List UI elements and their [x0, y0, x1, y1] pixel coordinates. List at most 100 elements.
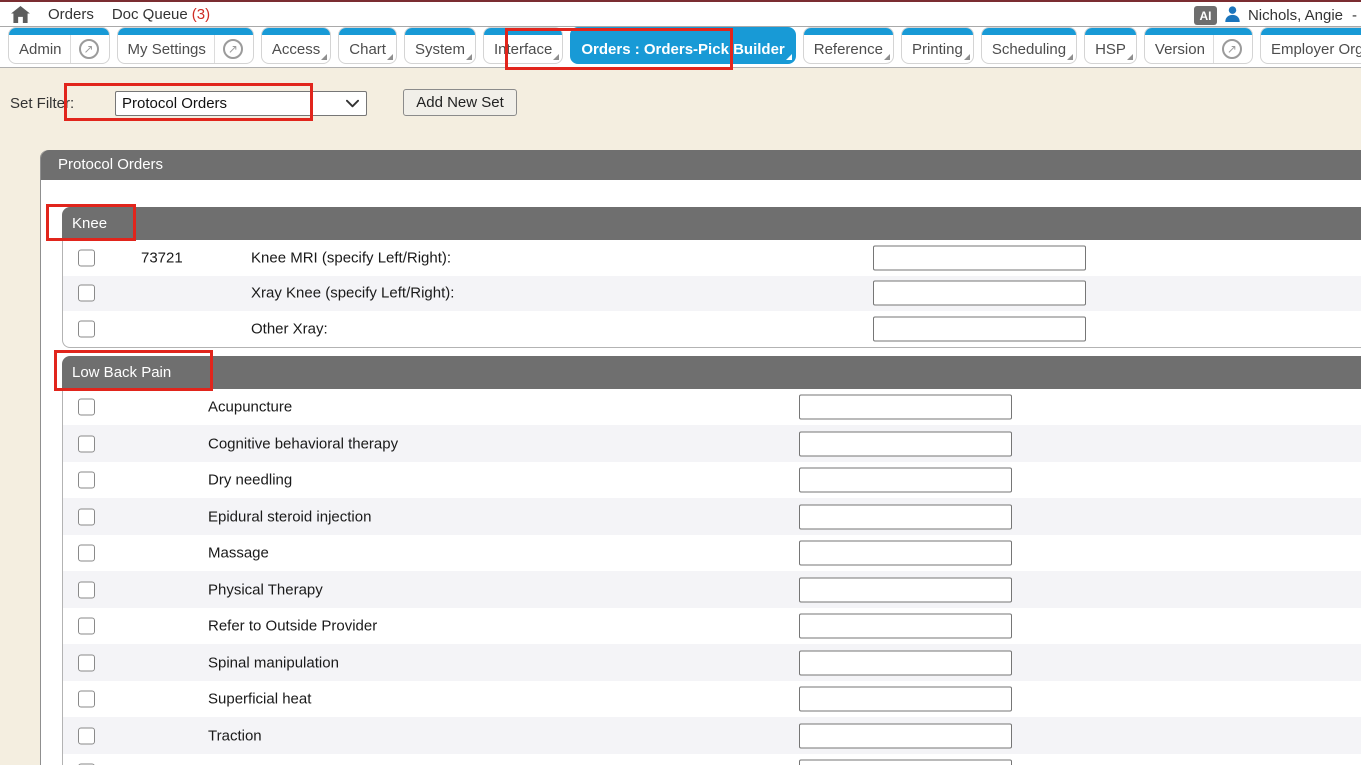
table-row: Massage	[63, 535, 1361, 572]
ai-badge[interactable]: AI	[1194, 6, 1217, 25]
nav-link-orders[interactable]: Orders	[48, 6, 94, 23]
user-name[interactable]: Nichols, Angie	[1248, 7, 1343, 24]
tab-hsp[interactable]: HSP	[1084, 27, 1137, 64]
tab-reference[interactable]: Reference	[803, 27, 894, 64]
order-checkbox[interactable]	[78, 508, 95, 525]
dropdown-triangle-icon	[321, 54, 327, 60]
home-icon[interactable]	[11, 6, 30, 23]
order-detail-input[interactable]	[799, 723, 1012, 748]
section-low-back-pain: Low Back Pain Acupuncture Cognitive beha…	[62, 356, 1361, 765]
order-detail-input[interactable]	[799, 431, 1012, 456]
order-checkbox[interactable]	[78, 618, 95, 635]
order-checkbox[interactable]	[78, 472, 95, 489]
order-detail-input[interactable]	[799, 468, 1012, 493]
order-checkbox[interactable]	[78, 285, 95, 302]
dropdown-triangle-icon	[1067, 54, 1073, 60]
order-detail-input[interactable]	[873, 316, 1086, 341]
order-checkbox[interactable]	[78, 249, 95, 266]
order-label: Cognitive behavioral therapy	[208, 435, 398, 452]
order-detail-input[interactable]	[799, 760, 1012, 765]
order-checkbox[interactable]	[78, 320, 95, 337]
order-label: Other Xray:	[251, 320, 328, 337]
order-detail-input[interactable]	[799, 687, 1012, 712]
section-knee: Knee 73721 Knee MRI (specify Left/Right)…	[62, 207, 1361, 348]
table-row: Other Xray:	[63, 311, 1361, 347]
protocol-orders-panel: Protocol Orders Knee 73721 Knee MRI (spe…	[40, 150, 1361, 765]
table-row: Superficial heat	[63, 681, 1361, 718]
order-detail-input[interactable]	[873, 245, 1086, 270]
section-low-back-pain-title: Low Back Pain	[62, 356, 1361, 389]
table-row: Epidural steroid injection	[63, 498, 1361, 535]
table-row: Spinal manipulation	[63, 644, 1361, 681]
nav-link-doc-queue[interactable]: Doc Queue(3)	[112, 6, 210, 23]
order-code: 73721	[141, 249, 183, 266]
order-label: Epidural steroid injection	[208, 508, 371, 525]
order-label: Massage	[208, 545, 269, 562]
tab-chart[interactable]: Chart	[338, 27, 397, 64]
dropdown-triangle-icon	[387, 54, 393, 60]
order-checkbox[interactable]	[78, 727, 95, 744]
order-detail-input[interactable]	[799, 650, 1012, 675]
tab-version[interactable]: Version ↗	[1144, 27, 1253, 64]
order-label: Physical Therapy	[208, 581, 323, 598]
dropdown-triangle-icon	[1127, 54, 1133, 60]
order-detail-input[interactable]	[799, 395, 1012, 420]
tab-admin[interactable]: Admin ↗	[8, 27, 110, 64]
order-checkbox[interactable]	[78, 691, 95, 708]
table-row: Traction	[63, 717, 1361, 754]
order-detail-input[interactable]	[799, 614, 1012, 639]
order-label: Superficial heat	[208, 691, 311, 708]
tab-employer-organizations[interactable]: Employer Organizations ↗	[1260, 27, 1361, 64]
tab-access[interactable]: Access	[261, 27, 331, 64]
external-link-icon[interactable]: ↗	[1222, 39, 1242, 59]
order-checkbox[interactable]	[78, 545, 95, 562]
external-link-icon[interactable]: ↗	[223, 39, 243, 59]
section-knee-title: Knee	[62, 207, 1361, 240]
order-checkbox[interactable]	[78, 654, 95, 671]
tab-scheduling[interactable]: Scheduling	[981, 27, 1077, 64]
order-detail-input[interactable]	[799, 504, 1012, 529]
order-label: Refer to Outside Provider	[208, 618, 377, 635]
order-detail-input[interactable]	[873, 281, 1086, 306]
order-label: Acupuncture	[208, 399, 292, 416]
doc-queue-count: (3)	[192, 6, 210, 23]
order-detail-input[interactable]	[799, 541, 1012, 566]
order-label: Knee MRI (specify Left/Right):	[251, 249, 451, 266]
set-filter-selected-value: Protocol Orders	[116, 95, 346, 112]
tab-orders-pick-builder-active[interactable]: Orders : Orders-Pick Builder	[570, 27, 795, 64]
user-icon	[1224, 5, 1241, 27]
table-row: 73721 Knee MRI (specify Left/Right):	[63, 240, 1361, 276]
table-row: Acupuncture	[63, 389, 1361, 426]
set-filter-select[interactable]: Protocol Orders	[115, 91, 367, 116]
order-checkbox[interactable]	[78, 435, 95, 452]
table-row: Xray Knee (specify Left/Right):	[63, 276, 1361, 312]
order-label: Spinal manipulation	[208, 654, 339, 671]
admin-tab-bar: Admin ↗ My Settings ↗ Access Chart Syste…	[0, 27, 1361, 68]
order-detail-input[interactable]	[799, 577, 1012, 602]
user-name-suffix: -	[1352, 7, 1357, 24]
order-checkbox[interactable]	[78, 581, 95, 598]
order-label: Xray Knee (specify Left/Right):	[251, 285, 454, 302]
chevron-down-icon	[346, 96, 359, 111]
set-filter-label: Set Filter:	[10, 95, 74, 112]
order-checkbox[interactable]	[78, 399, 95, 416]
tab-system[interactable]: System	[404, 27, 476, 64]
tab-interface[interactable]: Interface	[483, 27, 563, 64]
tab-printing[interactable]: Printing	[901, 27, 974, 64]
panel-title: Protocol Orders	[41, 150, 1361, 180]
external-link-icon[interactable]: ↗	[79, 39, 99, 59]
dropdown-triangle-icon	[553, 54, 559, 60]
table-row: Cognitive behavioral therapy	[63, 425, 1361, 462]
user-area: AI Nichols, Angie -	[1194, 2, 1357, 29]
add-new-set-button[interactable]: Add New Set	[403, 89, 517, 116]
table-row: Physical Therapy	[63, 571, 1361, 608]
top-navigation-bar: Orders Doc Queue(3) AI Nichols, Angie -	[0, 0, 1361, 27]
table-row: Dry needling	[63, 462, 1361, 499]
dropdown-triangle-icon	[884, 54, 890, 60]
tab-my-settings[interactable]: My Settings ↗	[117, 27, 254, 64]
table-row: Yoga	[63, 754, 1361, 765]
order-label: Traction	[208, 727, 262, 744]
dropdown-triangle-icon	[466, 54, 472, 60]
order-label: Dry needling	[208, 472, 292, 489]
dropdown-triangle-icon	[964, 54, 970, 60]
